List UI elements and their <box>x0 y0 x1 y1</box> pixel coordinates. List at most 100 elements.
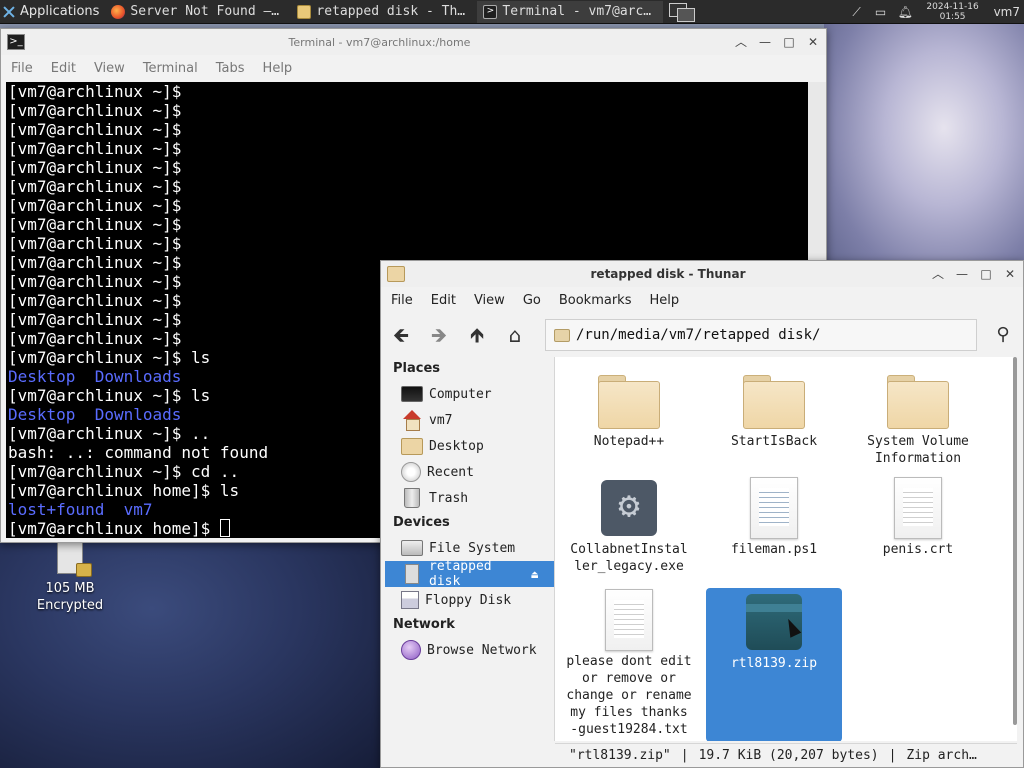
menu-help[interactable]: Help <box>263 61 293 76</box>
task-label: Terminal - vm7@arc… <box>502 4 652 19</box>
folder-window-icon <box>387 266 405 282</box>
file-item-notepadpp[interactable]: Notepad++ <box>561 369 697 450</box>
top-panel: Applications Server Not Found —… retappe… <box>0 0 1024 24</box>
status-file-size: 19.7 KiB (20,207 bytes) <box>698 748 879 763</box>
menu-terminal[interactable]: Terminal <box>143 61 198 76</box>
desktop-icon-size: 105 MB <box>45 581 95 596</box>
taskbar-firefox[interactable]: Server Not Found —… <box>105 1 291 23</box>
file-item-penis-crt[interactable]: penis.crt <box>850 477 986 558</box>
clock[interactable]: 2024-11-16 01:55 <box>922 2 984 22</box>
folder-icon <box>743 369 805 431</box>
forward-arrow-icon[interactable]: 🡺 <box>427 323 451 347</box>
sidebar-item-computer[interactable]: Computer <box>385 381 554 407</box>
places-header: Places <box>393 361 441 376</box>
devices-header: Devices <box>393 515 450 530</box>
location-path: /run/media/vm7/retapped disk/ <box>576 327 821 343</box>
clock-time: 01:55 <box>939 11 966 22</box>
roll-up-icon[interactable]: ︿ <box>734 35 748 49</box>
location-bar[interactable]: /run/media/vm7/retapped disk/ <box>545 319 977 351</box>
text-file-icon <box>605 589 653 651</box>
status-separator: | <box>888 748 897 763</box>
terminal-window-icon: >_ <box>7 34 25 50</box>
sidebar-item-label: Recent <box>427 464 474 480</box>
roll-up-icon[interactable]: ︿ <box>931 267 945 281</box>
sidebar-item-label: Browse Network <box>427 642 537 658</box>
menu-edit[interactable]: Edit <box>431 293 456 308</box>
file-manager-window: retapped disk - Thunar ︿ — □ ✕ File Edit… <box>380 260 1024 768</box>
folder-icon <box>401 437 423 455</box>
eject-icon[interactable]: ⏏ <box>531 568 538 581</box>
window-title: retapped disk - Thunar <box>590 267 746 281</box>
applications-menu-button[interactable]: Applications <box>0 0 105 24</box>
menu-file[interactable]: File <box>11 61 33 76</box>
file-label: CollabnetInstaller_legacy.exe <box>570 542 688 574</box>
file-item-rtl8139-zip[interactable]: rtl8139.zip <box>706 588 842 741</box>
taskbar-terminal[interactable]: > Terminal - vm7@arc… <box>477 0 664 23</box>
desktop-icon-encrypted-volume[interactable]: 105 MB Encrypted <box>28 542 112 614</box>
menu-bookmarks[interactable]: Bookmarks <box>559 293 632 308</box>
trash-icon <box>404 488 420 508</box>
file-label: Notepad++ <box>593 434 665 449</box>
up-arrow-icon[interactable]: 🡹 <box>465 323 489 347</box>
menu-edit[interactable]: Edit <box>51 61 76 76</box>
thunar-sidebar: Places Computer vm7 Desktop Recent Trash… <box>385 357 555 741</box>
user-menu[interactable]: vm7 <box>994 5 1020 19</box>
search-icon[interactable]: ⚲ <box>991 323 1015 347</box>
sidebar-item-retapped-disk[interactable]: retapped disk ⏏ <box>385 559 554 589</box>
terminal-cursor <box>219 519 230 537</box>
file-view[interactable]: Notepad++ StartIsBack System Volume Info… <box>555 357 1017 741</box>
file-view-scrollbar[interactable] <box>1011 357 1017 725</box>
sidebar-item-trash[interactable]: Trash <box>385 485 554 511</box>
sidebar-item-desktop[interactable]: Desktop <box>385 433 554 459</box>
computer-icon <box>401 386 423 402</box>
terminal-line: [vm7@archlinux ~]$ <box>8 101 182 120</box>
back-arrow-icon[interactable]: 🡸 <box>389 323 413 347</box>
file-item-system-volume-information[interactable]: System Volume Information <box>850 369 986 467</box>
close-icon[interactable]: ✕ <box>1003 267 1017 281</box>
sidebar-item-label: Trash <box>429 490 469 506</box>
sidebar-item-label: Floppy Disk <box>425 592 512 608</box>
terminal-line: [vm7@archlinux ~]$ <box>8 158 182 177</box>
file-item-collabnet-installer[interactable]: CollabnetInstaller_legacy.exe <box>561 477 697 575</box>
thunar-menubar: File Edit View Go Bookmarks Help <box>381 287 1023 313</box>
workspace-switcher[interactable] <box>669 2 699 22</box>
menu-view[interactable]: View <box>94 61 125 76</box>
sidebar-item-filesystem[interactable]: File System <box>385 535 554 561</box>
menu-tabs[interactable]: Tabs <box>216 61 245 76</box>
network-off-icon[interactable]: ⟋ <box>850 5 864 19</box>
maximize-icon[interactable]: □ <box>782 35 796 49</box>
gear-icon <box>601 480 657 536</box>
minimize-icon[interactable]: — <box>955 267 969 281</box>
terminal-line: [vm7@archlinux ~]$ <box>8 215 182 234</box>
home-icon[interactable]: ⌂ <box>503 323 527 347</box>
firefox-icon <box>111 4 126 19</box>
battery-icon[interactable]: ▭ <box>874 5 888 19</box>
menu-go[interactable]: Go <box>523 293 541 308</box>
sidebar-item-label: File System <box>429 540 516 556</box>
menu-file[interactable]: File <box>391 293 413 308</box>
file-label: fileman.ps1 <box>730 542 818 557</box>
taskbar-thunar[interactable]: retapped disk - Th… <box>291 1 477 23</box>
file-item-please-dont-edit-txt[interactable]: please dont edit or remove or change or … <box>561 589 697 738</box>
close-icon[interactable]: ✕ <box>806 35 820 49</box>
maximize-icon[interactable]: □ <box>979 267 993 281</box>
terminal-titlebar[interactable]: >_ Terminal - vm7@archlinux:/home ︿ — □ … <box>1 29 826 55</box>
sidebar-item-recent[interactable]: Recent <box>385 459 554 485</box>
sidebar-item-floppy[interactable]: Floppy Disk <box>385 587 554 613</box>
terminal-menubar: File Edit View Terminal Tabs Help <box>1 55 826 81</box>
menu-view[interactable]: View <box>474 293 505 308</box>
sidebar-item-home[interactable]: vm7 <box>385 407 554 433</box>
file-item-fileman-ps1[interactable]: fileman.ps1 <box>706 477 842 558</box>
usb-drive-icon <box>405 564 419 584</box>
thunar-titlebar[interactable]: retapped disk - Thunar ︿ — □ ✕ <box>381 261 1023 287</box>
status-selected-name: "rtl8139.zip" <box>569 748 671 763</box>
thunar-statusbar: "rtl8139.zip" | 19.7 KiB (20,207 bytes) … <box>555 743 1017 767</box>
menu-help[interactable]: Help <box>649 293 679 308</box>
sidebar-item-label: retapped disk <box>429 559 492 589</box>
thunar-toolbar: 🡸 🡺 🡹 ⌂ /run/media/vm7/retapped disk/ ⚲ <box>381 313 1023 357</box>
minimize-icon[interactable]: — <box>758 35 772 49</box>
sidebar-item-browse-network[interactable]: Browse Network <box>385 637 554 663</box>
file-label: penis.crt <box>882 542 954 557</box>
file-item-startisback[interactable]: StartIsBack <box>706 369 842 450</box>
notification-bell-icon[interactable]: 🔔︎ <box>898 5 913 19</box>
